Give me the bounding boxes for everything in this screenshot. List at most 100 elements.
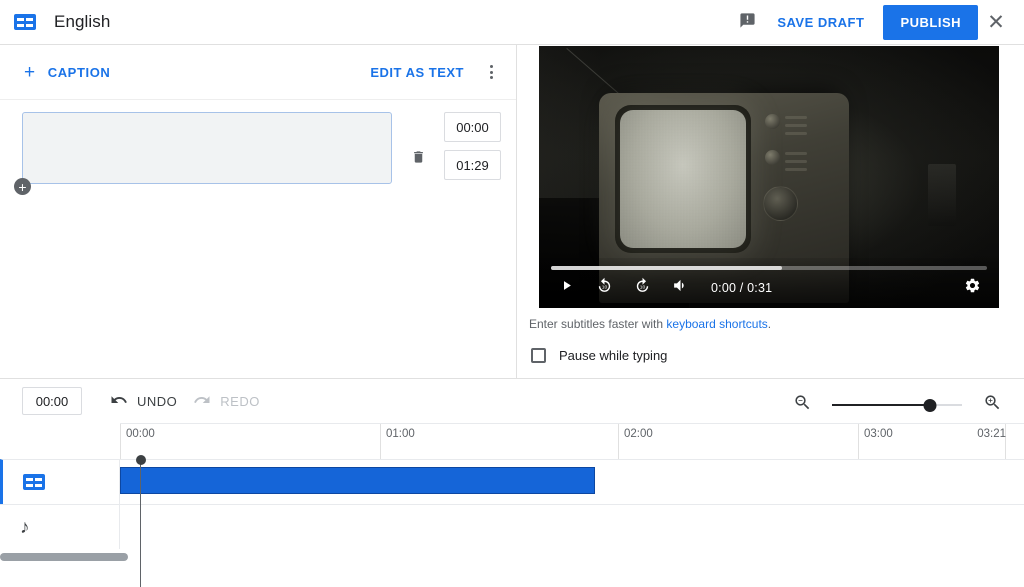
caption-track-row[interactable] — [0, 459, 1024, 504]
hint-suffix-text: . — [768, 317, 771, 331]
delete-icon — [411, 148, 426, 171]
timeline-section: UNDO REDO — [0, 378, 1024, 562]
caption-track-header[interactable] — [3, 460, 120, 504]
caption-start-time-input[interactable] — [444, 112, 501, 142]
video-preview-pane: 10 10 — [518, 45, 1024, 378]
playhead-handle[interactable] — [136, 455, 146, 465]
replay-10-icon: 10 — [596, 277, 613, 299]
caption-end-time-input[interactable] — [444, 150, 501, 180]
plus-icon: + — [24, 63, 36, 82]
timeline-toolbar: UNDO REDO — [0, 379, 1024, 423]
undo-icon — [110, 391, 128, 412]
settings-gear-icon — [964, 277, 981, 299]
undo-redo-group: UNDO REDO — [102, 385, 268, 418]
caption-time-fields — [444, 112, 501, 184]
feedback-button[interactable] — [729, 4, 765, 40]
svg-text:10: 10 — [639, 284, 645, 290]
page-title: English — [54, 12, 110, 32]
undo-label: UNDO — [137, 394, 177, 409]
caption-track-lane[interactable] — [120, 460, 1024, 504]
svg-text:10: 10 — [601, 284, 607, 290]
timeline-horizontal-scrollbar[interactable] — [0, 551, 1024, 562]
save-draft-button[interactable]: SAVE DRAFT — [765, 6, 876, 39]
more-vert-icon[interactable] — [476, 57, 506, 87]
volume-button[interactable] — [665, 275, 695, 301]
ruler-end-label: 03:21 — [977, 428, 1006, 440]
timeline-tracks: ♪ — [0, 459, 1024, 549]
timeline-playhead[interactable] — [140, 459, 141, 587]
zoom-out-button[interactable] — [784, 387, 820, 423]
redo-button[interactable]: REDO — [185, 385, 268, 418]
ruler-tick-label: 01:00 — [386, 428, 415, 440]
closed-caption-icon — [14, 14, 36, 30]
subtitle-editor-app: English SAVE DRAFT PUBLISH ✕ + CAPTION E… — [0, 0, 1024, 562]
tv-static-screen — [620, 110, 746, 248]
caption-clip-block[interactable] — [120, 467, 595, 494]
zoom-slider-thumb[interactable] — [923, 399, 936, 412]
keyboard-shortcuts-link[interactable]: keyboard shortcuts — [666, 317, 767, 331]
ruler-tick-label: 02:00 — [624, 428, 653, 440]
zoom-out-icon — [793, 393, 812, 417]
zoom-slider-fill — [832, 404, 930, 407]
forward-10-button[interactable]: 10 — [627, 275, 657, 301]
play-icon — [559, 278, 574, 298]
zoom-in-button[interactable] — [974, 387, 1010, 423]
ruler-tick: 02:00 — [618, 424, 653, 460]
caption-row: + — [0, 100, 516, 184]
ruler-tick-label: 03:00 — [864, 428, 893, 440]
video-time-display: 0:00 / 0:31 — [711, 281, 772, 295]
caption-editor-pane: + CAPTION EDIT AS TEXT + — [0, 45, 517, 378]
close-icon: ✕ — [987, 12, 1005, 33]
add-caption-button[interactable]: + CAPTION — [24, 63, 110, 82]
top-bar-actions: SAVE DRAFT PUBLISH ✕ — [729, 4, 1024, 40]
forward-10-icon: 10 — [634, 277, 651, 299]
pause-while-typing-row[interactable]: Pause while typing — [531, 348, 667, 363]
background-object — [928, 164, 956, 226]
video-player[interactable]: 10 10 — [539, 46, 999, 308]
redo-icon — [193, 391, 211, 412]
closed-caption-icon — [23, 474, 45, 490]
top-bar-left: English — [0, 12, 729, 32]
volume-up-icon — [672, 277, 689, 299]
player-controls: 10 10 — [539, 258, 999, 308]
zoom-in-icon — [983, 393, 1002, 417]
editor-toolbar-right: EDIT AS TEXT — [364, 57, 506, 87]
edit-as-text-button[interactable]: EDIT AS TEXT — [364, 59, 470, 86]
ruler-tick-label: 00:00 — [126, 428, 155, 440]
ruler-tick: 00:00 — [120, 424, 155, 460]
audio-track-row[interactable]: ♪ — [0, 504, 1024, 549]
timeline-zoom-slider[interactable] — [832, 396, 962, 414]
caption-text-input[interactable] — [22, 112, 392, 184]
audio-track-lane[interactable] — [120, 505, 1024, 549]
timeline-zoom-controls — [784, 387, 1010, 423]
video-settings-button[interactable] — [957, 275, 987, 301]
undo-button[interactable]: UNDO — [102, 385, 185, 418]
music-note-icon: ♪ — [20, 518, 30, 537]
top-bar: English SAVE DRAFT PUBLISH ✕ — [0, 0, 1024, 45]
publish-button[interactable]: PUBLISH — [883, 5, 978, 40]
add-caption-label: CAPTION — [48, 65, 111, 80]
delete-caption-button[interactable] — [392, 112, 444, 184]
scrollbar-thumb[interactable] — [0, 553, 128, 561]
video-progress-loaded — [551, 266, 782, 270]
player-buttons-row: 10 10 — [551, 275, 987, 301]
ruler-tick: 03:00 — [858, 424, 893, 460]
play-button[interactable] — [551, 275, 581, 301]
add-circle-icon[interactable]: + — [14, 178, 31, 195]
pause-while-typing-label: Pause while typing — [559, 348, 667, 363]
shortcuts-hint: Enter subtitles faster with keyboard sho… — [529, 317, 771, 331]
feedback-icon — [739, 12, 756, 32]
close-button[interactable]: ✕ — [978, 4, 1014, 40]
video-progress-bar[interactable] — [551, 266, 987, 270]
rewind-10-button[interactable]: 10 — [589, 275, 619, 301]
pause-while-typing-checkbox[interactable] — [531, 348, 546, 363]
redo-label: REDO — [220, 394, 260, 409]
timeline-ruler[interactable]: 00:00 01:00 02:00 03:00 03:21 — [120, 423, 1024, 459]
ruler-end-tick: 03:21 — [977, 424, 1006, 460]
timeline-current-time-input[interactable] — [22, 387, 82, 415]
ruler-tick: 01:00 — [380, 424, 415, 460]
tv-control-panel — [761, 108, 817, 248]
hint-prefix-text: Enter subtitles faster with — [529, 317, 666, 331]
caption-editor-toolbar: + CAPTION EDIT AS TEXT — [0, 45, 516, 100]
audio-track-header[interactable]: ♪ — [0, 505, 120, 549]
